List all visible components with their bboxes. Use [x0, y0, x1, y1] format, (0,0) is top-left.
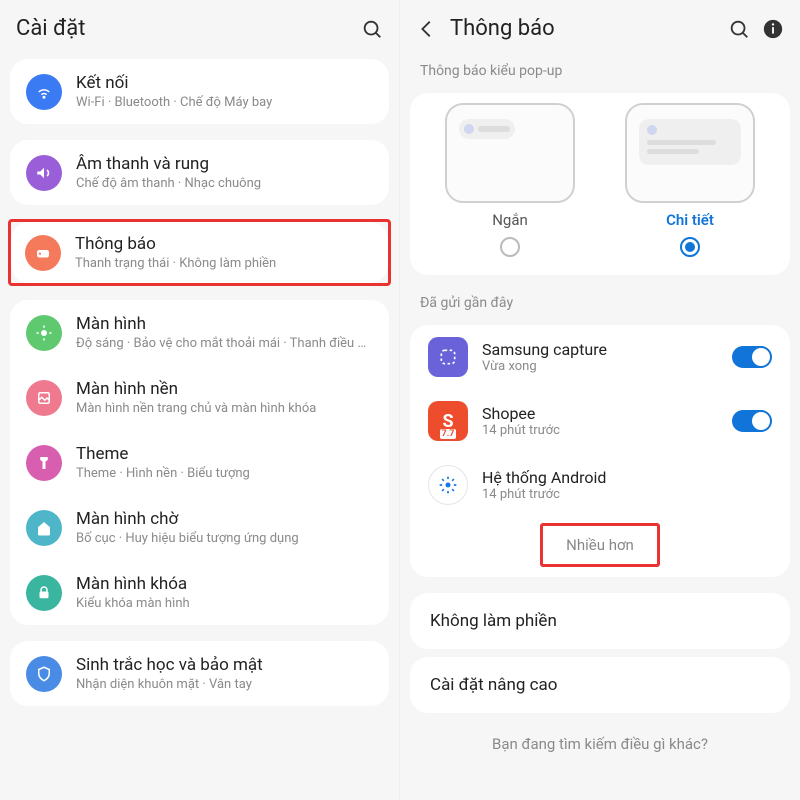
item-sub: Nhận diện khuôn mặt · Vân tay	[76, 677, 373, 692]
notifications-title: Thông báo	[450, 16, 716, 41]
more-button[interactable]: Nhiều hơn	[540, 523, 660, 567]
settings-item-display[interactable]: Màn hình Độ sáng · Bảo vệ cho mắt thoải …	[10, 300, 389, 365]
popup-section-label: Thông báo kiểu pop-up	[400, 51, 800, 85]
item-sub: Chế độ âm thanh · Nhạc chuông	[76, 176, 373, 191]
popup-preview-detail	[625, 103, 755, 203]
settings-item-biometrics[interactable]: Sinh trắc học và bảo mật Nhận diện khuôn…	[10, 641, 389, 706]
recent-app-samsung-capture[interactable]: Samsung capture Vừa xong	[410, 325, 790, 389]
bottom-hint: Bạn đang tìm kiếm điều gì khác?	[400, 721, 800, 767]
android-system-icon	[428, 465, 468, 505]
notifications-header: Thông báo	[400, 0, 800, 51]
lock-icon	[26, 575, 62, 611]
item-sub: Màn hình nền trang chủ và màn hình khóa	[76, 401, 373, 416]
radio-detail[interactable]	[680, 237, 700, 257]
settings-item-homescreen[interactable]: Màn hình chờ Bố cục · Huy hiệu biểu tượn…	[10, 495, 389, 560]
samsung-capture-icon	[428, 337, 468, 377]
sound-icon	[26, 155, 62, 191]
settings-pane: Cài đặt Kết nối Wi-Fi · Bluetooth · Chế …	[0, 0, 400, 800]
recent-app-android-system[interactable]: Hệ thống Android 14 phút trước	[410, 453, 790, 517]
search-icon[interactable]	[361, 18, 383, 40]
settings-item-notifications[interactable]: Thông báo Thanh trạng thái · Không làm p…	[11, 222, 388, 283]
toggle-samsung-capture[interactable]	[732, 346, 772, 368]
recent-apps-card: Samsung capture Vừa xong S7.7 Shopee 14 …	[410, 325, 790, 577]
item-sub: Theme · Hình nền · Biểu tượng	[76, 466, 373, 481]
popup-option-detail[interactable]: Chi tiết	[610, 103, 770, 257]
recent-title: Samsung capture	[482, 340, 718, 359]
item-title: Thông báo	[75, 234, 374, 254]
item-title: Kết nối	[76, 73, 373, 93]
display-icon	[26, 315, 62, 351]
recent-title: Hệ thống Android	[482, 468, 772, 487]
recent-sub: 14 phút trước	[482, 423, 718, 438]
settings-title: Cài đặt	[16, 16, 349, 41]
home-icon	[26, 510, 62, 546]
notifications-pane: Thông báo Thông báo kiểu pop-up Ngắn Chi…	[400, 0, 800, 800]
popup-label-short: Ngắn	[492, 211, 528, 229]
item-title: Màn hình chờ	[76, 509, 373, 529]
search-icon[interactable]	[728, 18, 750, 40]
popup-preview-short	[445, 103, 575, 203]
settings-item-theme[interactable]: Theme Theme · Hình nền · Biểu tượng	[10, 430, 389, 495]
recent-sub: 14 phút trước	[482, 487, 772, 502]
recent-title: Shopee	[482, 404, 718, 423]
settings-group-1: Kết nối Wi-Fi · Bluetooth · Chế độ Máy b…	[10, 59, 389, 124]
item-title: Màn hình nền	[76, 379, 373, 399]
toggle-shopee[interactable]	[732, 410, 772, 432]
info-icon[interactable]	[762, 18, 784, 40]
settings-item-lockscreen[interactable]: Màn hình khóa Kiểu khóa màn hình	[10, 560, 389, 625]
notification-icon	[25, 235, 61, 271]
popup-style-card: Ngắn Chi tiết	[410, 93, 790, 275]
item-sub: Thanh trạng thái · Không làm phiền	[75, 256, 374, 271]
item-title: Màn hình khóa	[76, 574, 373, 594]
recent-section-label: Đã gửi gần đây	[400, 283, 800, 317]
item-sub: Độ sáng · Bảo vệ cho mắt thoải mái · Tha…	[76, 336, 373, 351]
radio-short[interactable]	[500, 237, 520, 257]
theme-icon	[26, 445, 62, 481]
settings-group-3: Màn hình Độ sáng · Bảo vệ cho mắt thoải …	[10, 300, 389, 625]
settings-item-sound[interactable]: Âm thanh và rung Chế độ âm thanh · Nhạc …	[10, 140, 389, 205]
shield-icon	[26, 656, 62, 692]
settings-item-notifications-highlight: Thông báo Thanh trạng thái · Không làm p…	[8, 219, 391, 286]
wallpaper-icon	[26, 380, 62, 416]
shopee-icon: S7.7	[428, 401, 468, 441]
recent-app-shopee[interactable]: S7.7 Shopee 14 phút trước	[410, 389, 790, 453]
popup-label-detail: Chi tiết	[666, 211, 714, 229]
settings-item-connections[interactable]: Kết nối Wi-Fi · Bluetooth · Chế độ Máy b…	[10, 59, 389, 124]
recent-sub: Vừa xong	[482, 359, 718, 374]
item-sub: Bố cục · Huy hiệu biểu tượng ứng dụng	[76, 531, 373, 546]
do-not-disturb-row[interactable]: Không làm phiền	[410, 593, 790, 649]
wifi-icon	[26, 74, 62, 110]
item-sub: Kiểu khóa màn hình	[76, 596, 373, 611]
advanced-settings-row[interactable]: Cài đặt nâng cao	[410, 657, 790, 713]
back-icon[interactable]	[416, 18, 438, 40]
settings-group-2: Âm thanh và rung Chế độ âm thanh · Nhạc …	[10, 140, 389, 205]
item-title: Màn hình	[76, 314, 373, 334]
popup-option-short[interactable]: Ngắn	[430, 103, 590, 257]
settings-item-wallpaper[interactable]: Màn hình nền Màn hình nền trang chủ và m…	[10, 365, 389, 430]
item-title: Âm thanh và rung	[76, 154, 373, 174]
item-title: Sinh trắc học và bảo mật	[76, 655, 373, 675]
item-sub: Wi-Fi · Bluetooth · Chế độ Máy bay	[76, 95, 373, 110]
settings-header: Cài đặt	[0, 0, 399, 51]
item-title: Theme	[76, 444, 373, 464]
settings-group-4: Sinh trắc học và bảo mật Nhận diện khuôn…	[10, 641, 389, 706]
